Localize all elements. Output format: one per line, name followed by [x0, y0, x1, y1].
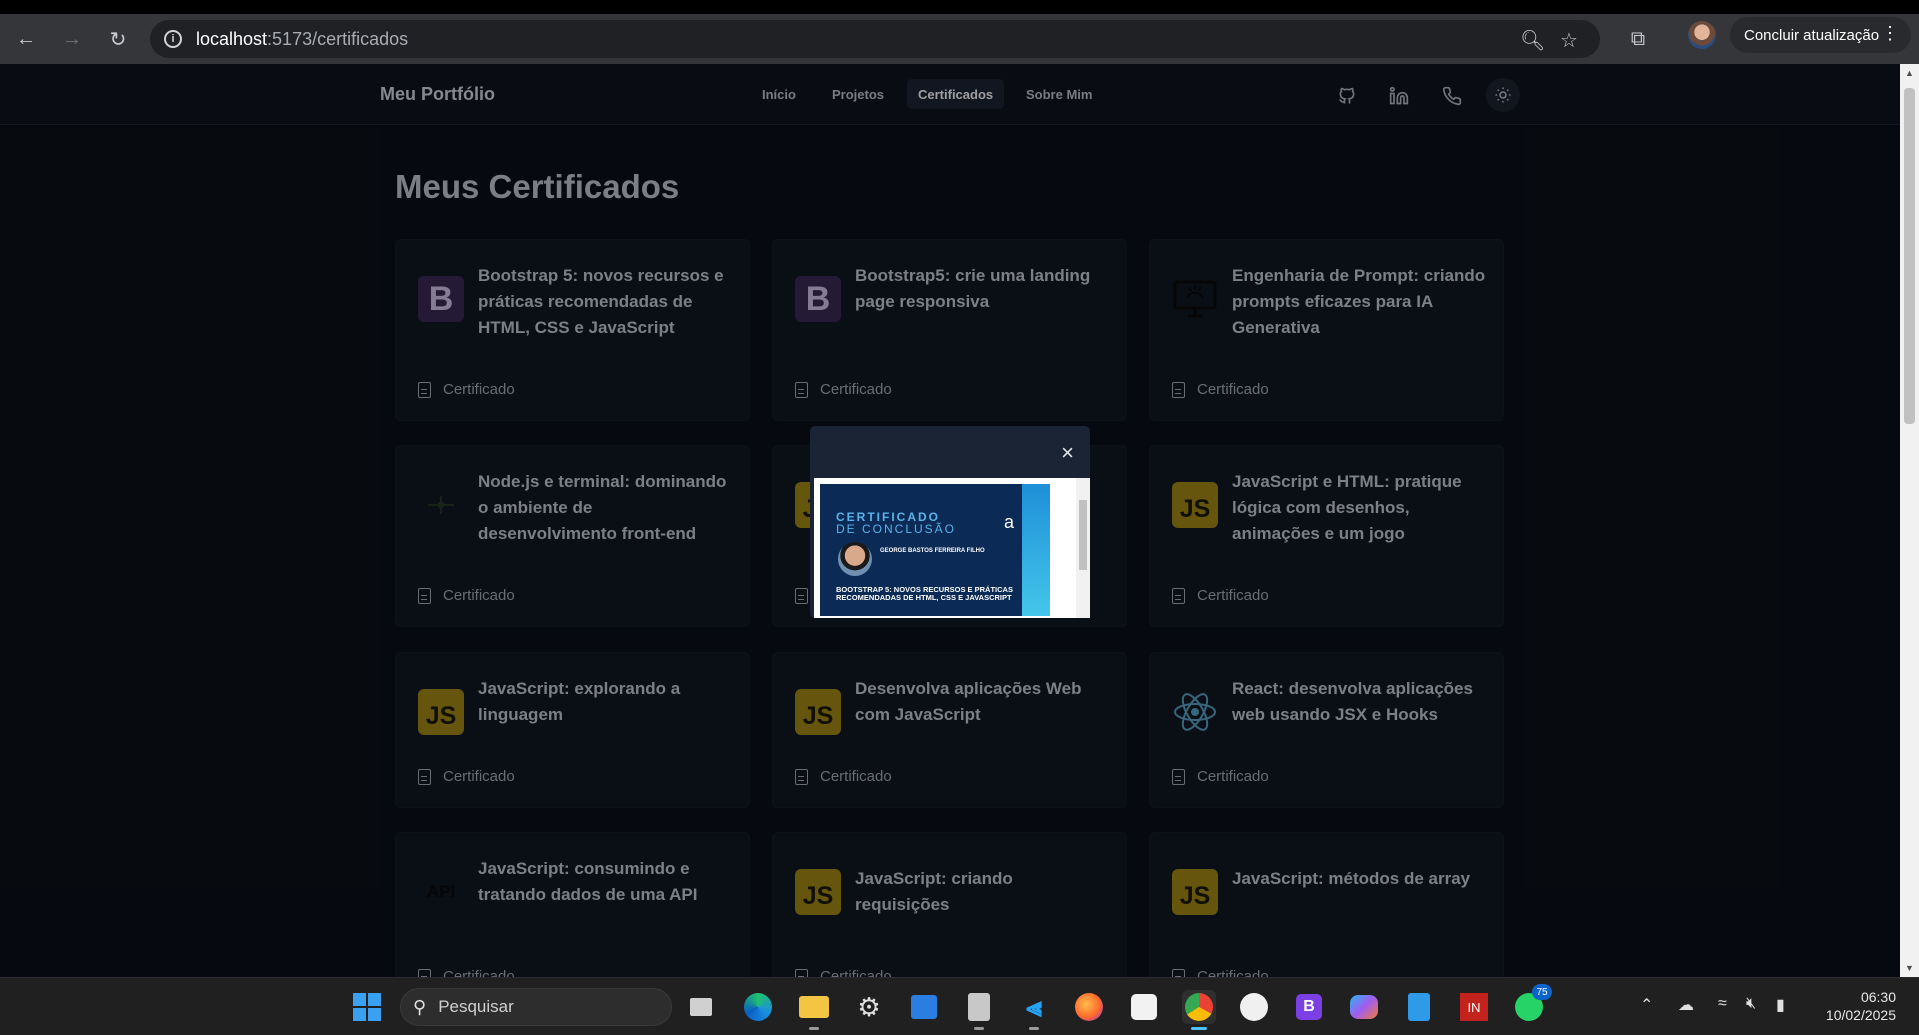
edge-icon[interactable] [741, 990, 775, 1024]
bootstrap-studio-icon[interactable]: B [1292, 990, 1326, 1024]
task-view-icon[interactable] [684, 990, 718, 1024]
update-button[interactable]: Concluir atualização ⋮ [1730, 17, 1911, 53]
pdf-scrollbar[interactable] [1076, 478, 1090, 618]
scroll-up-icon[interactable]: ▲ [1905, 68, 1914, 78]
app-in-icon[interactable]: IN [1457, 990, 1491, 1024]
back-icon[interactable]: ← [10, 23, 42, 55]
certificate-subheading: DE CONCLUSÃO [836, 522, 957, 536]
page-scrollbar[interactable]: ▲ ▼ [1900, 64, 1919, 977]
github-desktop-icon[interactable] [1237, 990, 1271, 1024]
scroll-thumb[interactable] [1904, 88, 1915, 424]
system-clock[interactable]: 06:30 10/02/2025 [1808, 988, 1896, 1024]
extensions-icon[interactable]: ⧉ [1622, 23, 1654, 55]
tab-strip [0, 0, 1919, 14]
taskbar-search[interactable]: ⚲ Pesquisar [400, 988, 672, 1026]
search-placeholder: Pesquisar [438, 997, 514, 1016]
firefox-icon[interactable] [1072, 990, 1106, 1024]
pdf-viewer[interactable]: CERTIFICADO DE CONCLUSÃO a GEORGE BASTOS… [814, 478, 1090, 618]
issuer-logo: a [1003, 512, 1014, 532]
vscode-icon[interactable]: ⫷ [1017, 990, 1051, 1030]
notepad-icon[interactable] [1402, 990, 1436, 1024]
calculator-icon[interactable] [962, 990, 996, 1030]
settings-icon[interactable]: ⚙ [852, 990, 886, 1024]
update-label: Concluir atualização [1744, 26, 1880, 44]
store-icon[interactable] [907, 990, 941, 1024]
address-bar[interactable]: i localhost:5173/certificados 🔍︎ ☆ [150, 20, 1600, 58]
url-host: localhost [196, 28, 268, 49]
course-name: BOOTSTRAP 5: NOVOS RECURSOS E PRÁTICAS R… [836, 585, 1013, 602]
battery-icon[interactable]: ▮ [1776, 995, 1785, 1015]
tray-chevron-icon[interactable]: ⌃ [1640, 995, 1653, 1015]
menu-dots-icon[interactable]: ⋮ [1881, 23, 1899, 44]
notification-badge: 75 [1532, 984, 1552, 1000]
clock-date: 10/02/2025 [1825, 1007, 1896, 1023]
search-icon: ⚲ [413, 996, 427, 1017]
reload-icon[interactable]: ↻ [102, 23, 134, 55]
onedrive-icon[interactable]: ☁ [1678, 995, 1694, 1015]
wifi-icon[interactable]: ≈ [1718, 995, 1727, 1013]
certificate-preview: CERTIFICADO DE CONCLUSÃO a GEORGE BASTOS… [820, 484, 1050, 616]
chrome-icon[interactable] [1182, 990, 1216, 1030]
bookmark-star-icon[interactable]: ☆ [1560, 28, 1578, 53]
recipient-name: GEORGE BASTOS FERREIRA FILHO [880, 548, 985, 554]
pdf-scroll-thumb[interactable] [1079, 500, 1087, 570]
scroll-down-icon[interactable]: ▼ [1905, 963, 1914, 973]
clock-time: 06:30 [1860, 989, 1896, 1005]
certificate-preview-modal: × CERTIFICADO DE CONCLUSÃO a GEORGE BAST… [810, 426, 1090, 618]
close-icon[interactable]: × [1061, 440, 1074, 466]
forward-icon[interactable]: → [56, 23, 88, 55]
volume-muted-icon[interactable]: 🔇︎ [1746, 995, 1756, 1013]
copilot-icon[interactable] [1347, 990, 1381, 1024]
recipient-photo [838, 542, 872, 576]
url-path: :5173/certificados [267, 28, 409, 49]
profile-avatar[interactable] [1688, 21, 1716, 49]
windows-taskbar: ⚲ Pesquisar ⚙ ⫷ B IN 75 ⌃ ☁ ≈ 🔇︎ ▮ 06:30… [0, 977, 1919, 1035]
decorative-stripe [1022, 484, 1050, 616]
app-icon[interactable] [1127, 990, 1161, 1024]
file-explorer-icon[interactable] [797, 990, 831, 1030]
whatsapp-icon[interactable]: 75 [1512, 984, 1552, 1024]
site-info-icon[interactable]: i [164, 30, 182, 48]
browser-toolbar: ← → ↻ i localhost:5173/certificados 🔍︎ ☆… [0, 14, 1919, 64]
zoom-icon[interactable]: 🔍︎ [1520, 28, 1545, 53]
windows-start-icon[interactable] [350, 990, 384, 1024]
